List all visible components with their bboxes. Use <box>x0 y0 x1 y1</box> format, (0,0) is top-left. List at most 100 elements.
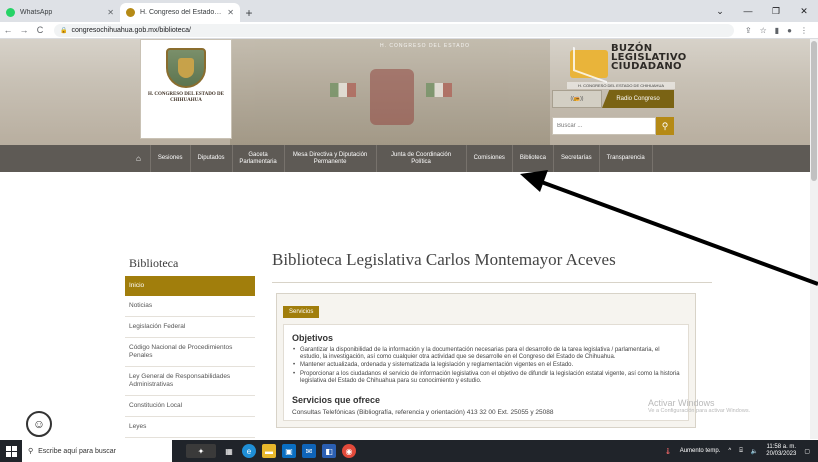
coat-of-arms-icon <box>166 48 206 88</box>
buzon-title: BUZÓN LEGISLATIVO CIUDADANO <box>611 44 687 72</box>
weather-text[interactable]: Aumento temp. <box>680 448 721 454</box>
nav-biblioteca[interactable]: Biblioteca <box>513 145 554 172</box>
page-scrollbar[interactable] <box>810 39 818 439</box>
sidebar-item-noticias[interactable]: Noticias <box>125 296 255 317</box>
envelope-icon <box>570 50 608 78</box>
list-item: Proporcionar a los ciudadanos el servici… <box>292 371 680 385</box>
buzon-subtitle: H. CONGRESO DEL ESTADO DE CHIHUAHUA <box>567 82 675 89</box>
presidium-seat <box>370 69 414 125</box>
accessibility-button[interactable]: ☺ <box>26 411 52 437</box>
nav-transparencia[interactable]: Transparencia <box>600 145 653 172</box>
site-header: H. CONGRESO DEL ESTADO <box>0 39 818 145</box>
flag-left <box>330 83 356 97</box>
watermark-line2: Ve a Configuración para activar Windows. <box>648 408 751 414</box>
tab-title: H. Congreso del Estado de Chihu... <box>140 9 222 16</box>
search-button[interactable]: ⚲ <box>656 117 674 135</box>
nav-mesa-directiva[interactable]: Mesa Directiva y Diputación Permanente <box>285 145 377 172</box>
buzon-line3: CIUDADANO <box>611 61 682 72</box>
menu-dots-icon[interactable]: ⋮ <box>800 26 808 35</box>
close-tab-icon[interactable]: ✕ <box>227 8 234 17</box>
store-icon[interactable]: ▣ <box>282 444 296 458</box>
watermark-line1: Activar Windows <box>648 398 715 408</box>
nav-home-icon[interactable]: ⌂ <box>127 145 151 172</box>
system-tray: 🌡 Aumento temp. ^ ⌸ 🔈 11:58 a. m. 20/03/… <box>664 444 818 458</box>
minimize-button[interactable]: — <box>734 0 762 22</box>
nav-sesiones[interactable]: Sesiones <box>151 145 191 172</box>
radio-row: ((📻)) Radio Congreso <box>552 90 674 108</box>
search-icon: ⚲ <box>28 448 34 455</box>
activate-windows-watermark: Activar Windows Ve a Configuración para … <box>648 398 750 414</box>
tray-chevron-icon[interactable]: ^ <box>728 448 731 454</box>
congreso-logo[interactable]: H. CONGRESO DEL ESTADO DE CHIHUAHUA <box>140 39 232 139</box>
back-arrow-icon[interactable]: ← <box>0 25 16 35</box>
file-explorer-icon[interactable]: ▬ <box>262 444 276 458</box>
tab-whatsapp[interactable]: WhatsApp ✕ <box>0 3 120 22</box>
app-icon[interactable]: ◧ <box>322 444 336 458</box>
lock-icon: 🔒 <box>60 27 68 34</box>
sidebar-item-leyes[interactable]: Leyes <box>125 417 255 438</box>
maximize-button[interactable]: ❐ <box>762 0 790 22</box>
tab-title: WhatsApp <box>20 9 53 16</box>
notifications-icon[interactable]: ▢ <box>804 448 810 455</box>
panel-body: Objetivos Garantizar la disponibilidad d… <box>283 324 689 422</box>
biblioteca-sidebar: Biblioteca Inicio Noticias Legislación F… <box>125 250 255 438</box>
pinned-app-icon[interactable]: ✦ <box>186 444 216 458</box>
profile-icon[interactable]: ● <box>787 26 792 35</box>
chamber-photo: H. CONGRESO DEL ESTADO <box>230 39 550 145</box>
arrow-head <box>520 170 548 192</box>
flag-right <box>426 83 452 97</box>
nav-secretarias[interactable]: Secretarías <box>554 145 600 172</box>
list-item: Garantizar la disponibilidad de la infor… <box>292 347 680 361</box>
objetivos-list: Garantizar la disponibilidad de la infor… <box>292 347 680 385</box>
taskbar-search[interactable]: ⚲ Escribe aquí para buscar <box>22 440 172 462</box>
radio-logo-icon[interactable]: ((📻)) <box>552 90 602 108</box>
clock-time: 11:58 a. m. <box>766 444 797 450</box>
tab-servicios[interactable]: Servicios <box>283 306 320 318</box>
sidebar-item-codigo-nacional[interactable]: Código Nacional de Procedimientos Penale… <box>125 338 255 367</box>
clock-date: 20/03/2023 <box>766 451 797 457</box>
address-bar[interactable]: 🔒 congresochihuahua.gob.mx/biblioteca/ <box>54 23 734 37</box>
sidebar-item-constitucion-local[interactable]: Constitución Local <box>125 396 255 417</box>
nav-gaceta[interactable]: Gaceta Parlamentaria <box>233 145 285 172</box>
new-tab-button[interactable]: + <box>240 3 258 22</box>
bookmark-star-icon[interactable]: ☆ <box>760 26 767 35</box>
clock[interactable]: 11:58 a. m. 20/03/2023 <box>766 444 796 458</box>
sidebar-item-inicio[interactable]: Inicio <box>125 276 255 296</box>
close-window-button[interactable]: ✕ <box>790 0 818 22</box>
network-icon[interactable]: ⌸ <box>739 448 743 455</box>
nav-comisiones[interactable]: Comisiones <box>467 145 513 172</box>
servicios-panel: Servicios Objetivos Garantizar la dispon… <box>276 293 696 429</box>
logo-text: H. CONGRESO DEL ESTADO DE CHIHUAHUA <box>148 92 224 103</box>
chamber-banner: H. CONGRESO DEL ESTADO <box>380 43 471 49</box>
mail-icon[interactable]: ✉ <box>302 444 316 458</box>
tab-congreso[interactable]: H. Congreso del Estado de Chihu... ✕ <box>120 3 240 22</box>
sidebar-item-legislacion-federal[interactable]: Legislación Federal <box>125 317 255 338</box>
side-panel-icon[interactable]: ▮ <box>775 26 779 35</box>
radio-congreso-button[interactable]: Radio Congreso <box>602 90 674 108</box>
title-divider <box>272 282 712 283</box>
chrome-icon[interactable]: ◉ <box>342 444 356 458</box>
windows-start-icon[interactable] <box>0 440 22 462</box>
scrollbar-thumb[interactable] <box>811 41 817 181</box>
main-content: Biblioteca Legislativa Carlos Montemayor… <box>272 250 712 429</box>
toolbar-icons: ⇪ ☆ ▮ ● ⋮ <box>745 26 818 35</box>
forward-arrow-icon[interactable]: → <box>16 25 32 35</box>
volume-icon[interactable]: 🔈 <box>751 448 758 455</box>
thermometer-icon[interactable]: 🌡 <box>664 448 672 455</box>
task-view-icon[interactable]: ▦ <box>222 444 236 458</box>
reload-icon[interactable]: C <box>32 25 48 35</box>
accessibility-icon: ☺ <box>32 417 46 431</box>
search-input[interactable] <box>552 117 656 135</box>
nav-diputados[interactable]: Diputados <box>191 145 233 172</box>
congreso-favicon-icon <box>126 8 135 17</box>
tab-search-button[interactable]: ⌄ <box>706 0 734 22</box>
search-icon: ⚲ <box>661 120 669 131</box>
edge-icon[interactable]: e <box>242 444 256 458</box>
nav-junta-coordinacion[interactable]: Junta de Coordinación Política <box>377 145 467 172</box>
sidebar-item-ley-general[interactable]: Ley General de Responsabilidades Adminis… <box>125 367 255 396</box>
site-search: ⚲ <box>552 117 674 135</box>
window-controls: ⌄ — ❐ ✕ <box>706 0 818 22</box>
browser-tab-strip: WhatsApp ✕ H. Congreso del Estado de Chi… <box>0 0 818 22</box>
share-icon[interactable]: ⇪ <box>745 26 752 35</box>
close-tab-icon[interactable]: ✕ <box>107 8 114 17</box>
